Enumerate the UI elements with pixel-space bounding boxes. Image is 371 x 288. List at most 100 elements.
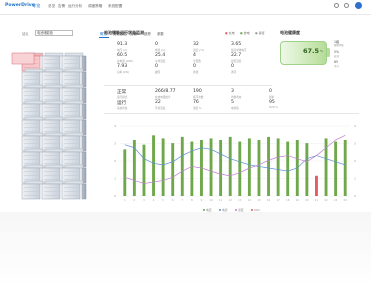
legend-marker <box>219 209 221 211</box>
stat-label: 最低温度 <box>231 59 242 63</box>
stat-label: 通讯 <box>231 70 237 74</box>
cell-top <box>24 68 44 73</box>
nav-item-analysis[interactable]: 运行分析 <box>68 4 82 9</box>
y-tick-label: 0 <box>114 194 116 198</box>
nav-item-strategy[interactable]: 调度策略 <box>88 4 102 9</box>
trend-chart: 4 43 32 21 10 01 2 3 4 5 6 7 8 9 10 11 12 13 14 15 16 17 18 19 2… <box>114 124 356 212</box>
stat-label: 最高单体电压 <box>231 48 247 52</box>
bar <box>286 141 290 196</box>
nav-item-config[interactable]: 系统配置 <box>108 4 122 9</box>
sub-toolbar: 站点 电池储能柜 概览 历史数据 告警 趋势 参数 <box>0 15 371 38</box>
bar <box>171 143 175 196</box>
stat-value: 95 <box>269 100 275 105</box>
cell-top <box>44 100 64 105</box>
x-tick-label: 8 <box>191 198 193 202</box>
stat-value: 3.65 <box>231 42 242 47</box>
cell-top <box>24 100 44 105</box>
x-tick-label: 10 <box>209 198 213 202</box>
score-label: 评分 <box>334 65 339 68</box>
stat-value: 0 <box>231 64 234 69</box>
stat-label: 温度 (°C) <box>193 48 205 52</box>
x-tick-label: 2 <box>134 198 136 202</box>
stat-value: 0 <box>193 64 196 69</box>
tab-params[interactable]: 参数 <box>157 31 164 36</box>
highlight-box <box>11 52 35 65</box>
cell-top <box>24 180 44 185</box>
y-tick-label-right: 3 <box>354 142 356 146</box>
device-select[interactable]: 电池储能柜 <box>35 30 73 36</box>
y-tick-label: 4 <box>114 124 116 128</box>
x-tick-label: 1 <box>124 198 126 202</box>
bar <box>209 138 213 196</box>
y-tick-label: 2 <box>114 159 116 163</box>
soc-unit: % <box>320 49 323 53</box>
x-tick-label: 9 <box>201 198 203 202</box>
cell-top <box>44 132 64 137</box>
cell-top <box>24 84 44 89</box>
x-tick-label: 16 <box>267 198 271 202</box>
avatar[interactable] <box>355 2 362 9</box>
bar <box>276 138 280 196</box>
soc-value: 67.5 <box>303 47 320 55</box>
stat-label: 充放电量统计 <box>155 95 171 99</box>
stat-value: 4 <box>193 53 196 58</box>
x-tick-label: 23 <box>334 198 338 202</box>
bar <box>238 141 242 196</box>
bar <box>161 138 165 196</box>
cell-top <box>64 100 84 105</box>
stat-label: 故障 <box>155 70 161 74</box>
tab-trend[interactable]: 趋势 <box>144 31 151 36</box>
cell-top <box>64 180 84 185</box>
stat-value: 76 <box>193 100 199 105</box>
stat-label: 循环次数 <box>193 95 204 99</box>
legend-charge: ● 充电 <box>225 31 235 35</box>
series-line <box>124 144 346 172</box>
legend-discharge-label: 放电 <box>243 31 250 35</box>
stat-label: 环境温度 <box>155 106 166 110</box>
legend-idle-label: 静置 <box>258 31 265 35</box>
bar <box>228 136 232 196</box>
legend-charge-label: 充电 <box>228 31 235 35</box>
cell-top <box>44 68 64 73</box>
legend-marker <box>251 209 253 211</box>
stat-label: 告警数 <box>193 59 201 63</box>
stat-value: 32 <box>193 42 199 47</box>
battery-rack-illustration <box>11 52 87 200</box>
x-tick-label: 18 <box>286 198 290 202</box>
bar <box>152 135 155 196</box>
stat-value: 7.93 <box>117 64 128 69</box>
nav-item-overview[interactable]: 总览 <box>48 4 55 9</box>
breadcrumb[interactable]: 站点 <box>22 31 28 36</box>
top-bar: PowerDrive 导览 总览 告警 运行分析 调度策略 系统配置 <box>0 0 371 15</box>
bar <box>142 144 146 196</box>
rack-side <box>81 183 87 200</box>
cell-top <box>64 148 84 153</box>
stat-value: 22 <box>155 100 161 105</box>
x-tick-label: 12 <box>229 198 233 202</box>
nav-item-alarms[interactable]: 告警 <box>58 4 65 9</box>
x-tick-label: 24 <box>344 198 348 202</box>
cell-top <box>44 116 64 121</box>
bar <box>180 136 184 196</box>
bar <box>123 149 127 196</box>
bar <box>343 140 347 196</box>
x-tick-label: 4 <box>153 198 155 202</box>
y-tick-label: 1 <box>114 177 116 181</box>
stat-value: 0 <box>155 64 158 69</box>
help-icon[interactable] <box>344 3 349 8</box>
legend-discharge: ● 放电 <box>240 31 250 35</box>
x-tick-label: 21 <box>315 198 319 202</box>
cell-top <box>44 84 64 89</box>
stat-label: 均衡状态 <box>231 95 242 99</box>
bar <box>334 141 338 196</box>
cell-top <box>44 164 64 169</box>
soc-panel-title: 电池健康度 <box>280 30 300 35</box>
stat-value: 91.3 <box>117 42 128 47</box>
x-tick-label: 7 <box>181 198 183 202</box>
legend-idle: ● 静置 <box>255 31 265 35</box>
cell-top <box>44 180 64 185</box>
divider <box>104 85 272 86</box>
bell-icon[interactable] <box>334 3 339 8</box>
logo-tag: 导览 <box>32 3 41 8</box>
x-tick-label: 20 <box>305 198 309 202</box>
